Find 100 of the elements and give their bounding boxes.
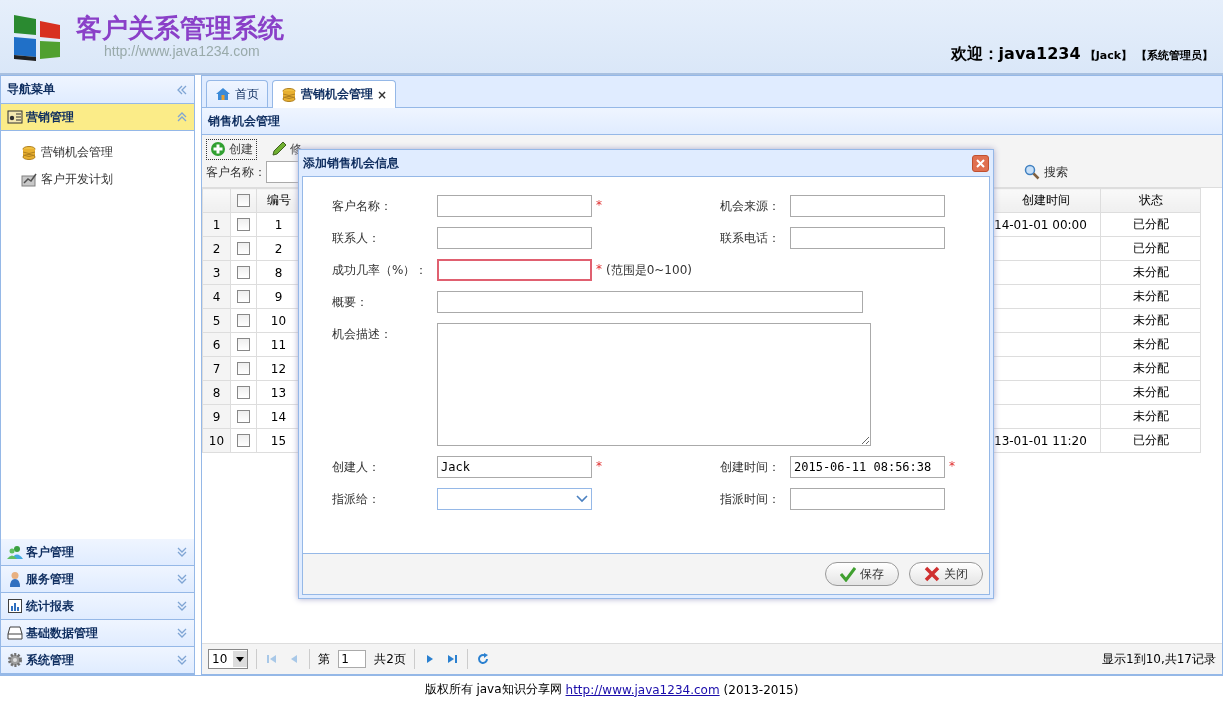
row-number: 5 — [202, 308, 231, 333]
accordion-header[interactable]: 基础数据管理 — [1, 620, 194, 647]
cross-icon — [924, 566, 940, 582]
field-label: 指派给： — [332, 491, 381, 508]
text-field[interactable]: Jack — [437, 456, 592, 478]
column-header[interactable]: 状态 — [1100, 188, 1201, 213]
sidebar-title: 导航菜单 — [7, 81, 55, 98]
field-label: 指派时间： — [720, 491, 781, 508]
collapse-icon[interactable] — [176, 83, 188, 96]
chart-icon — [21, 171, 37, 188]
close-button[interactable]: 关闭 — [909, 562, 983, 586]
field-label: 创建时间： — [720, 459, 781, 476]
copyright-years: (2013-2015) — [723, 682, 799, 697]
plus-icon — [210, 141, 226, 157]
field-label: 概要： — [332, 294, 369, 311]
row-checkbox[interactable] — [237, 218, 250, 231]
menu-item[interactable]: 营销机会管理 — [19, 143, 194, 162]
table-cell: 已分配 — [1100, 212, 1201, 237]
description-textarea[interactable] — [437, 323, 871, 446]
field-label: 成功几率（%）： — [332, 262, 429, 279]
chevron-down-icon[interactable] — [176, 654, 188, 666]
save-button[interactable]: 保存 — [825, 562, 899, 586]
text-field[interactable] — [437, 291, 863, 313]
row-number: 9 — [202, 404, 231, 429]
page-size-select[interactable]: 10 — [208, 649, 249, 669]
row-number: 1 — [202, 212, 231, 237]
row-number: 4 — [202, 284, 231, 309]
dialog-title: 添加销售机会信息 — [303, 154, 399, 172]
close-icon — [976, 158, 985, 168]
dropdown-icon — [233, 651, 248, 667]
menu-item[interactable]: 客户开发计划 — [19, 170, 194, 189]
row-number: 8 — [202, 380, 231, 405]
home-icon — [215, 86, 231, 102]
row-number: 10 — [202, 428, 231, 453]
table-cell: 未分配 — [1100, 308, 1201, 333]
person-icon — [7, 571, 23, 587]
column-header[interactable]: 编号 — [256, 188, 301, 213]
table-cell: 未分配 — [1100, 284, 1201, 309]
row-number: 2 — [202, 236, 231, 261]
field-label: 机会描述： — [332, 326, 393, 343]
field-label: 联系电话： — [720, 230, 781, 247]
table-cell: 未分配 — [1100, 356, 1201, 381]
text-field[interactable] — [437, 195, 592, 217]
chevron-down-icon[interactable] — [176, 573, 188, 585]
drive-icon — [7, 625, 23, 641]
accordion-header[interactable]: 服务管理 — [1, 566, 194, 593]
accordion-header[interactable]: 系统管理 — [1, 647, 194, 674]
accordion-header[interactable]: 营销管理 — [1, 104, 194, 131]
row-checkbox[interactable] — [237, 338, 250, 351]
text-field[interactable] — [437, 227, 592, 249]
chevron-down-icon[interactable] — [176, 627, 188, 639]
search-button[interactable]: 搜索 — [1024, 163, 1068, 181]
text-field[interactable]: 2015-06-11 08:56:38 — [790, 456, 945, 478]
row-checkbox[interactable] — [237, 290, 250, 303]
chevron-up-icon[interactable] — [176, 111, 188, 123]
tab[interactable]: 首页 — [206, 80, 268, 107]
chevron-down-icon — [576, 495, 588, 503]
table-cell: 已分配 — [1100, 236, 1201, 261]
field-label: 创建人： — [332, 459, 381, 476]
refresh-icon[interactable] — [475, 652, 490, 666]
chevron-down-icon[interactable] — [176, 600, 188, 612]
panel-title: 销售机会管理 — [202, 108, 1222, 135]
user-name: 【Jack】 — [1084, 48, 1132, 63]
site-link[interactable]: http://www.java1234.com — [565, 682, 720, 697]
text-field[interactable] — [790, 488, 945, 510]
row-checkbox[interactable] — [237, 266, 250, 279]
field-label: 客户名称： — [332, 198, 393, 215]
app-title: 客户关系管理系统 — [76, 14, 284, 43]
required-mark: * — [595, 261, 603, 278]
pencil-icon — [271, 141, 287, 157]
table-cell: 未分配 — [1100, 260, 1201, 285]
dropdown-field[interactable] — [437, 488, 592, 510]
field-label: 机会来源： — [720, 198, 781, 215]
text-field[interactable] — [437, 259, 592, 281]
table-cell: 未分配 — [1100, 404, 1201, 429]
close-button[interactable] — [972, 154, 989, 172]
row-checkbox[interactable] — [237, 362, 250, 375]
copyright-text: 版权所有 java知识分享网 — [424, 681, 562, 698]
required-mark: * — [948, 458, 956, 475]
row-number: 7 — [202, 356, 231, 381]
row-checkbox[interactable] — [237, 386, 250, 399]
text-field[interactable] — [790, 227, 945, 249]
table-cell: 未分配 — [1100, 332, 1201, 357]
accordion-header[interactable]: 客户管理 — [1, 539, 194, 566]
field-hint: (范围是0~100) — [606, 262, 692, 279]
table-cell: 未分配 — [1100, 380, 1201, 405]
record-summary: 显示1到10,共17记录 — [1102, 650, 1216, 668]
chevron-down-icon[interactable] — [176, 546, 188, 558]
accordion-header[interactable]: 统计报表 — [1, 593, 194, 620]
row-checkbox[interactable] — [237, 410, 250, 423]
toolbar-button[interactable]: 创建 — [206, 138, 257, 160]
row-checkbox[interactable] — [237, 314, 250, 327]
welcome-text: 欢迎：java1234 — [950, 44, 1081, 65]
close-icon[interactable]: × — [377, 87, 388, 102]
select-all-checkbox[interactable] — [237, 194, 250, 207]
row-checkbox[interactable] — [237, 242, 250, 255]
page-number-field[interactable]: 1 — [338, 650, 367, 668]
text-field[interactable] — [790, 195, 945, 217]
row-checkbox[interactable] — [237, 434, 250, 447]
tab[interactable]: 营销机会管理 × — [272, 80, 397, 108]
